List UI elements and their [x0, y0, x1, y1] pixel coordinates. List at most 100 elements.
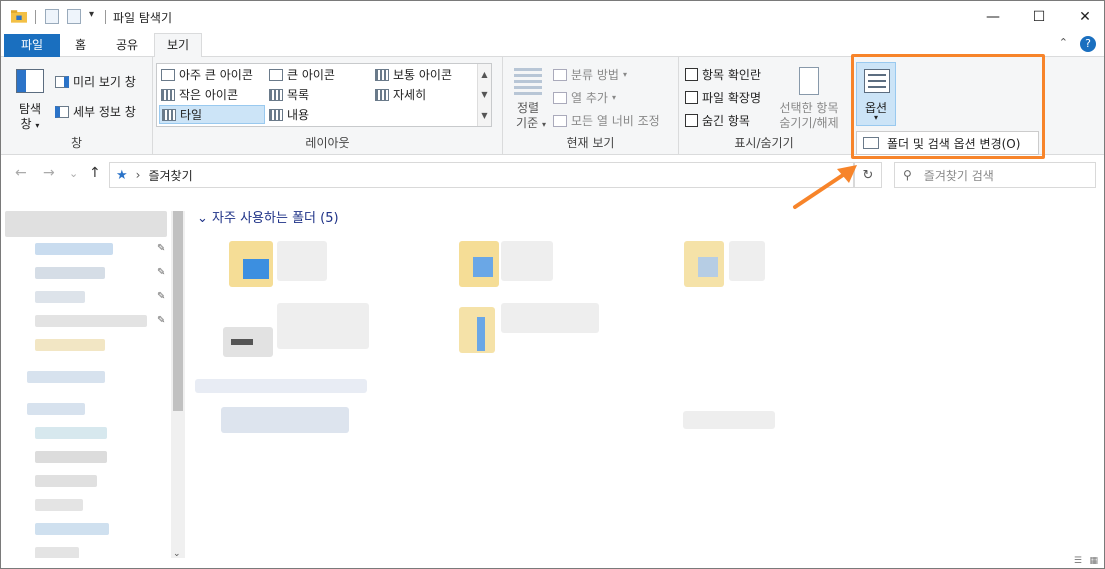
- folder-tile-icon[interactable]: [229, 241, 273, 287]
- nav-item[interactable]: [35, 499, 83, 511]
- details-pane-icon: [55, 105, 69, 118]
- quick-access-separator: [35, 10, 36, 24]
- up-button[interactable]: ↑: [89, 165, 101, 181]
- tab-share[interactable]: 공유: [104, 34, 150, 57]
- back-button[interactable]: ←: [15, 165, 27, 181]
- group-by-icon: [553, 68, 567, 81]
- folder-tile-label: [277, 303, 369, 349]
- layout-small-icons[interactable]: 작은 아이콘: [161, 86, 238, 103]
- recent-file-row[interactable]: [221, 407, 349, 433]
- nav-item[interactable]: [35, 451, 107, 463]
- fit-columns-button[interactable]: 모든 열 너비 조정: [553, 112, 660, 129]
- collapse-ribbon-icon[interactable]: ⌃: [1059, 36, 1068, 52]
- nav-item[interactable]: [35, 339, 105, 351]
- nav-item[interactable]: [35, 267, 105, 279]
- navigation-pane: ✎ ✎ ✎ ✎ ⌄: [1, 199, 186, 561]
- frequent-folders-header[interactable]: ⌄ 자주 사용하는 폴더 (5): [197, 207, 339, 226]
- layout-gallery: 아주 큰 아이콘 큰 아이콘 보통 아이콘 작은 아이콘 목록 자세히 타일 내…: [156, 63, 492, 127]
- file-extensions-checkbox[interactable]: [685, 91, 698, 104]
- layout-list[interactable]: 목록: [269, 86, 309, 103]
- pane-group-label: 창: [70, 136, 83, 150]
- folder-tile-icon[interactable]: [459, 307, 495, 353]
- navigation-pane-scrollbar[interactable]: ⌄: [171, 211, 185, 561]
- recent-files-header[interactable]: [195, 379, 367, 393]
- nav-item-quick-access[interactable]: [5, 211, 167, 237]
- pane-group: 탐색 창 ▾ 미리 보기 창 세부 정보 창 창: [1, 57, 153, 155]
- scroll-down-icon[interactable]: ▼: [481, 90, 487, 99]
- sort-by-button[interactable]: 정렬 기준 ▾: [509, 65, 547, 131]
- quick-access-star-icon: ★: [116, 167, 128, 183]
- large-icons-view-icon[interactable]: ▦: [1089, 556, 1098, 566]
- file-extensions-toggle[interactable]: 파일 확장명: [685, 89, 761, 106]
- item-checkboxes-toggle[interactable]: 항목 확인란: [685, 66, 761, 83]
- show-hide-group: 항목 확인란 파일 확장명 숨긴 항목 선택한 항목 숨기기/해제 표시/숨기기: [679, 57, 849, 155]
- navigation-pane-button[interactable]: 탐색 창 ▾: [13, 67, 47, 131]
- hidden-items-toggle[interactable]: 숨긴 항목: [685, 112, 750, 129]
- folder-tile-label: [277, 241, 327, 281]
- search-icon: ⚲: [903, 168, 912, 182]
- hidden-items-checkbox[interactable]: [685, 114, 698, 127]
- hide-selected-button[interactable]: 선택한 항목 숨기기/해제: [773, 65, 845, 131]
- more-layouts-icon[interactable]: ▼: [481, 111, 487, 120]
- layout-content[interactable]: 내용: [269, 106, 309, 123]
- details-view-icon[interactable]: ☰: [1074, 556, 1082, 566]
- breadcrumb-separator: ›: [135, 168, 141, 182]
- folder-tile-icon[interactable]: [223, 327, 273, 357]
- nav-item[interactable]: [35, 291, 85, 303]
- nav-item[interactable]: [35, 523, 109, 535]
- fit-columns-icon: [553, 114, 567, 127]
- content-icon: [269, 108, 283, 121]
- recent-locations-button[interactable]: ⌄: [69, 167, 78, 180]
- pin-icon: ✎: [157, 315, 166, 326]
- navigation-bar: ← → ⌄ ↑ ★ › 즐겨찾기 ↻ ⚲ 즐겨찾기 검색: [1, 161, 1104, 189]
- window-title: 파일 탐색기: [113, 11, 173, 25]
- nav-item[interactable]: [35, 243, 113, 255]
- details-pane-button[interactable]: 세부 정보 창: [55, 103, 136, 120]
- tab-home[interactable]: 홈: [63, 34, 98, 57]
- nav-item[interactable]: [35, 475, 97, 487]
- breadcrumb-location[interactable]: 즐겨찾기: [148, 167, 192, 184]
- title-separator: [105, 10, 106, 24]
- layout-large-icons[interactable]: 큰 아이콘: [269, 66, 335, 83]
- search-placeholder: 즐겨찾기 검색: [923, 168, 994, 183]
- layout-gallery-scroll[interactable]: ▲ ▼ ▼: [477, 64, 491, 126]
- folder-tile-icon[interactable]: [684, 241, 724, 287]
- scroll-up-icon[interactable]: ▲: [481, 70, 487, 79]
- new-folder-icon[interactable]: [67, 9, 81, 24]
- title-bar: ▾ 파일 탐색기 — ☐ ✕: [1, 1, 1104, 32]
- tab-file[interactable]: 파일: [4, 34, 60, 57]
- nav-item[interactable]: [35, 315, 147, 327]
- details-icon: [375, 88, 389, 101]
- preview-pane-button[interactable]: 미리 보기 창: [55, 73, 136, 90]
- nav-item[interactable]: [27, 371, 105, 383]
- address-bar[interactable]: ★ › 즐겨찾기: [109, 162, 854, 188]
- add-columns-icon: [553, 91, 567, 104]
- group-by-button[interactable]: 분류 방법 ▾: [553, 66, 627, 83]
- customize-quick-access-icon[interactable]: ▾: [89, 9, 94, 20]
- tab-view[interactable]: 보기: [154, 33, 203, 58]
- forward-button[interactable]: →: [43, 165, 55, 181]
- scrollbar-thumb[interactable]: [173, 211, 183, 411]
- folder-tile-label: [501, 241, 553, 281]
- maximize-button[interactable]: ☐: [1016, 1, 1062, 32]
- folder-tile-icon[interactable]: [459, 241, 499, 287]
- layout-tiles[interactable]: 타일: [159, 105, 265, 124]
- layout-details[interactable]: 자세히: [375, 86, 426, 103]
- options-highlight-box: [851, 54, 1045, 159]
- pin-icon: ✎: [157, 267, 166, 278]
- medium-icons-icon: [375, 68, 389, 81]
- layout-medium-icons[interactable]: 보통 아이콘: [375, 66, 452, 83]
- large-icons-icon: [269, 68, 283, 81]
- close-button[interactable]: ✕: [1062, 1, 1104, 32]
- extra-large-icons-icon: [161, 68, 175, 81]
- item-checkboxes-checkbox[interactable]: [685, 68, 698, 81]
- search-input[interactable]: ⚲ 즐겨찾기 검색: [894, 162, 1096, 188]
- minimize-button[interactable]: —: [970, 1, 1016, 32]
- nav-item[interactable]: [35, 427, 107, 439]
- layout-extra-large-icons[interactable]: 아주 큰 아이콘: [161, 66, 253, 83]
- help-icon[interactable]: ?: [1080, 36, 1096, 52]
- nav-item[interactable]: [27, 403, 85, 415]
- add-columns-button[interactable]: 열 추가 ▾: [553, 89, 616, 106]
- properties-icon[interactable]: [45, 9, 59, 24]
- current-view-group: 정렬 기준 ▾ 분류 방법 ▾ 열 추가 ▾ 모든 열 너비 조정 현재 보기: [503, 57, 679, 155]
